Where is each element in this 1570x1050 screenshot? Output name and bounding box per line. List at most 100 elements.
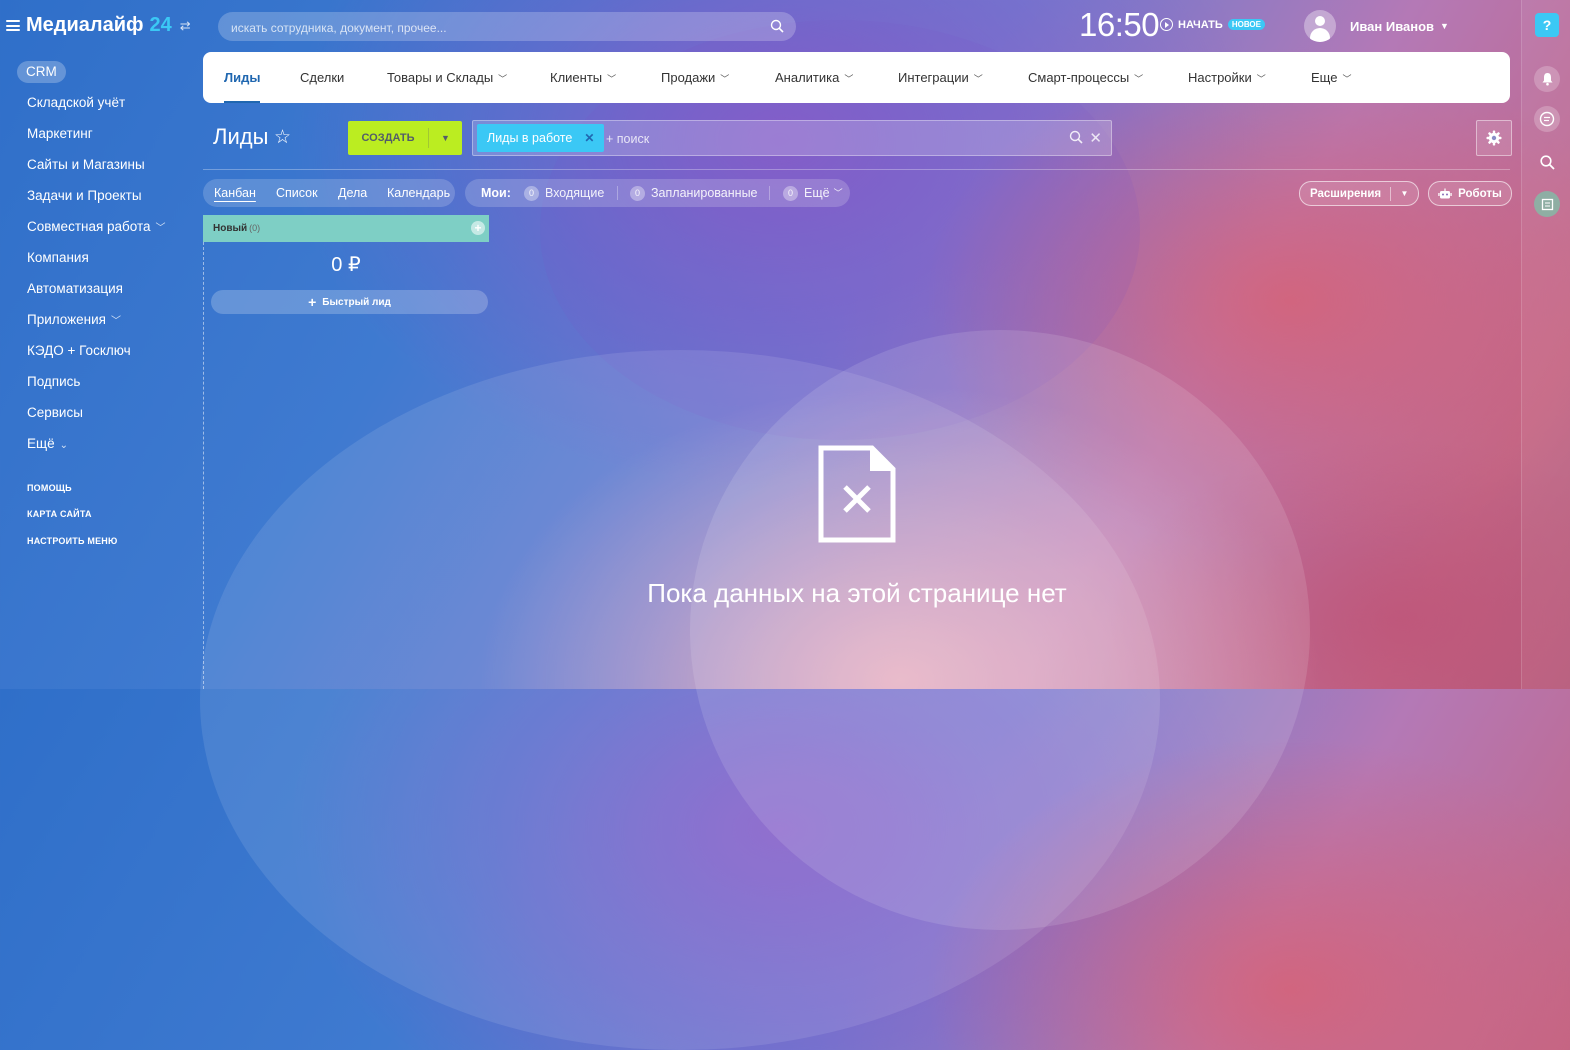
filter-chip[interactable]: Лиды в работе ✕ (477, 124, 605, 152)
tab-integrations[interactable]: Интеграции ﹀ (898, 52, 983, 103)
counter-value: 0 (630, 185, 645, 201)
counter-more[interactable]: 0 Ещё ﹀ (783, 179, 843, 207)
tab-clients[interactable]: Клиенты ﹀ (550, 52, 616, 103)
menu-icon[interactable] (6, 20, 20, 31)
sidebar-item-label: Ещё (27, 436, 55, 451)
sidebar-item-marketing[interactable]: Маркетинг (0, 118, 200, 149)
caret-down-icon[interactable]: ▼ (429, 121, 462, 155)
help-link[interactable]: ПОМОЩЬ (27, 483, 72, 493)
right-panel: ? (1521, 0, 1570, 689)
start-workday-button[interactable]: НАЧАТЬ НОВОЕ (1160, 18, 1265, 31)
sidebar-item-crm[interactable]: CRM (0, 56, 200, 87)
tab-smart-processes[interactable]: Смарт-процессы ﹀ (1028, 52, 1143, 103)
chevron-down-icon: ﹀ (498, 74, 508, 84)
chevron-down-icon: ﹀ (110, 316, 121, 327)
logo-name[interactable]: Медиалайф (26, 14, 144, 37)
sidebar-item-kedo[interactable]: КЭДО + Госключ (0, 335, 200, 366)
view-kanban[interactable]: Канбан (214, 179, 256, 207)
view-activities[interactable]: Дела (338, 179, 367, 207)
counter-planned[interactable]: 0 Запланированные (630, 179, 758, 207)
notes-icon[interactable] (1534, 191, 1560, 217)
background-swirl (200, 350, 1160, 1050)
search-icon[interactable] (1536, 151, 1558, 173)
tab-label: Сделки (300, 70, 345, 85)
counter-label: Запланированные (651, 186, 758, 200)
sidebar-item-label: КЭДО + Госключ (27, 343, 131, 358)
tab-analytics[interactable]: Аналитика ﹀ (775, 52, 853, 103)
sidebar-item-automation[interactable]: Автоматизация (0, 273, 200, 304)
chat-icon[interactable] (1534, 106, 1560, 132)
tab-settings[interactable]: Настройки ﹀ (1188, 52, 1266, 103)
sidebar-nav: CRM Складской учёт Маркетинг Сайты и Маг… (0, 56, 200, 459)
caret-down-icon[interactable]: ▼ (1391, 189, 1418, 198)
counter-value: 0 (524, 185, 539, 201)
sidebar-item-apps[interactable]: Приложения ﹀ (0, 304, 200, 335)
gear-icon (1486, 130, 1502, 146)
tab-products[interactable]: Товары и Склады ﹀ (387, 52, 507, 103)
bell-icon[interactable] (1534, 66, 1560, 92)
settings-button[interactable] (1476, 120, 1512, 156)
configure-menu-link[interactable]: НАСТРОИТЬ МЕНЮ (27, 536, 117, 546)
extensions-label: Расширения (1310, 187, 1382, 200)
search-icon[interactable] (1069, 130, 1083, 149)
separator (769, 186, 770, 200)
star-icon[interactable]: ☆ (274, 126, 291, 149)
sidebar-item-label: Компания (27, 250, 89, 265)
view-calendar[interactable]: Календарь (387, 179, 450, 207)
tab-label: Лиды (224, 70, 261, 85)
search-icon[interactable] (770, 19, 784, 38)
user-name: Иван Иванов (1350, 18, 1435, 34)
stage-name: Новый (213, 223, 248, 234)
chevron-down-icon: ﹀ (607, 74, 617, 84)
view-list[interactable]: Список (276, 179, 318, 207)
sidebar-item-sites[interactable]: Сайты и Магазины (0, 149, 200, 180)
tab-deals[interactable]: Сделки (300, 52, 344, 103)
sidebar-item-more[interactable]: Ещё ⌄ (0, 428, 200, 459)
sidebar-item-label: Складской учёт (27, 95, 126, 110)
tab-label: Продажи (661, 70, 716, 85)
quick-lead-button[interactable]: + Быстрый лид (211, 290, 488, 314)
kanban-stage-header: Новый (0) + (203, 215, 489, 242)
page-title: Лиды (213, 124, 269, 149)
tab-label: Интеграции (898, 70, 969, 85)
stage-sum: 0 ₽ (331, 254, 361, 276)
sidebar-item-label: Сервисы (27, 405, 83, 420)
stage-title: Новый (0) (213, 215, 260, 242)
global-search (218, 12, 796, 43)
sidebar-item-company[interactable]: Компания (0, 242, 200, 273)
tab-leads[interactable]: Лиды (224, 52, 261, 103)
counter-incoming[interactable]: 0 Входящие (524, 179, 604, 207)
clear-icon[interactable]: ✕ (1089, 129, 1102, 147)
add-icon[interactable]: + (471, 221, 485, 235)
swap-icon[interactable]: ⇄ (180, 18, 191, 34)
sidebar-item-tasks[interactable]: Задачи и Проекты (0, 180, 200, 211)
extensions-button[interactable]: Расширения ▼ (1299, 181, 1419, 206)
background-swirl (690, 330, 1310, 930)
filter-search-input[interactable] (604, 121, 1028, 157)
sidebar-item-services[interactable]: Сервисы (0, 397, 200, 428)
tab-label: Смарт-процессы (1028, 70, 1130, 85)
chevron-down-icon: ﹀ (720, 74, 730, 84)
quick-lead-label: Быстрый лид (322, 296, 391, 308)
chevron-down-icon: ⌄ (59, 440, 69, 451)
logo-number[interactable]: 24 (150, 14, 172, 37)
robots-button[interactable]: Роботы (1428, 181, 1512, 206)
clock[interactable]: 16:50 (1079, 6, 1160, 44)
help-icon[interactable]: ? (1535, 13, 1559, 37)
tab-sales[interactable]: Продажи ﹀ (661, 52, 729, 103)
sidebar-item-warehouse[interactable]: Складской учёт (0, 87, 200, 118)
tab-more[interactable]: Еще ﹀ (1311, 52, 1351, 103)
my-counters: Мои: 0 Входящие 0 Запланированные 0 Ещё … (465, 179, 850, 207)
create-button[interactable]: СОЗДАТЬ ▼ (348, 121, 462, 155)
chevron-down-icon: ﹀ (973, 74, 983, 84)
sidebar-item-label: Задачи и Проекты (27, 188, 142, 203)
close-icon[interactable]: ✕ (584, 131, 594, 145)
sitemap-link[interactable]: КАРТА САЙТА (27, 509, 92, 519)
user-menu[interactable]: Иван Иванов ▼ (1304, 10, 1449, 42)
sidebar-item-label: Подпись (27, 374, 81, 389)
search-input[interactable] (218, 12, 753, 43)
chevron-down-icon: ﹀ (844, 74, 854, 84)
sidebar-item-collaboration[interactable]: Совместная работа ﹀ (0, 211, 200, 242)
stage-count: (0) (249, 223, 261, 233)
sidebar-item-signature[interactable]: Подпись (0, 366, 200, 397)
